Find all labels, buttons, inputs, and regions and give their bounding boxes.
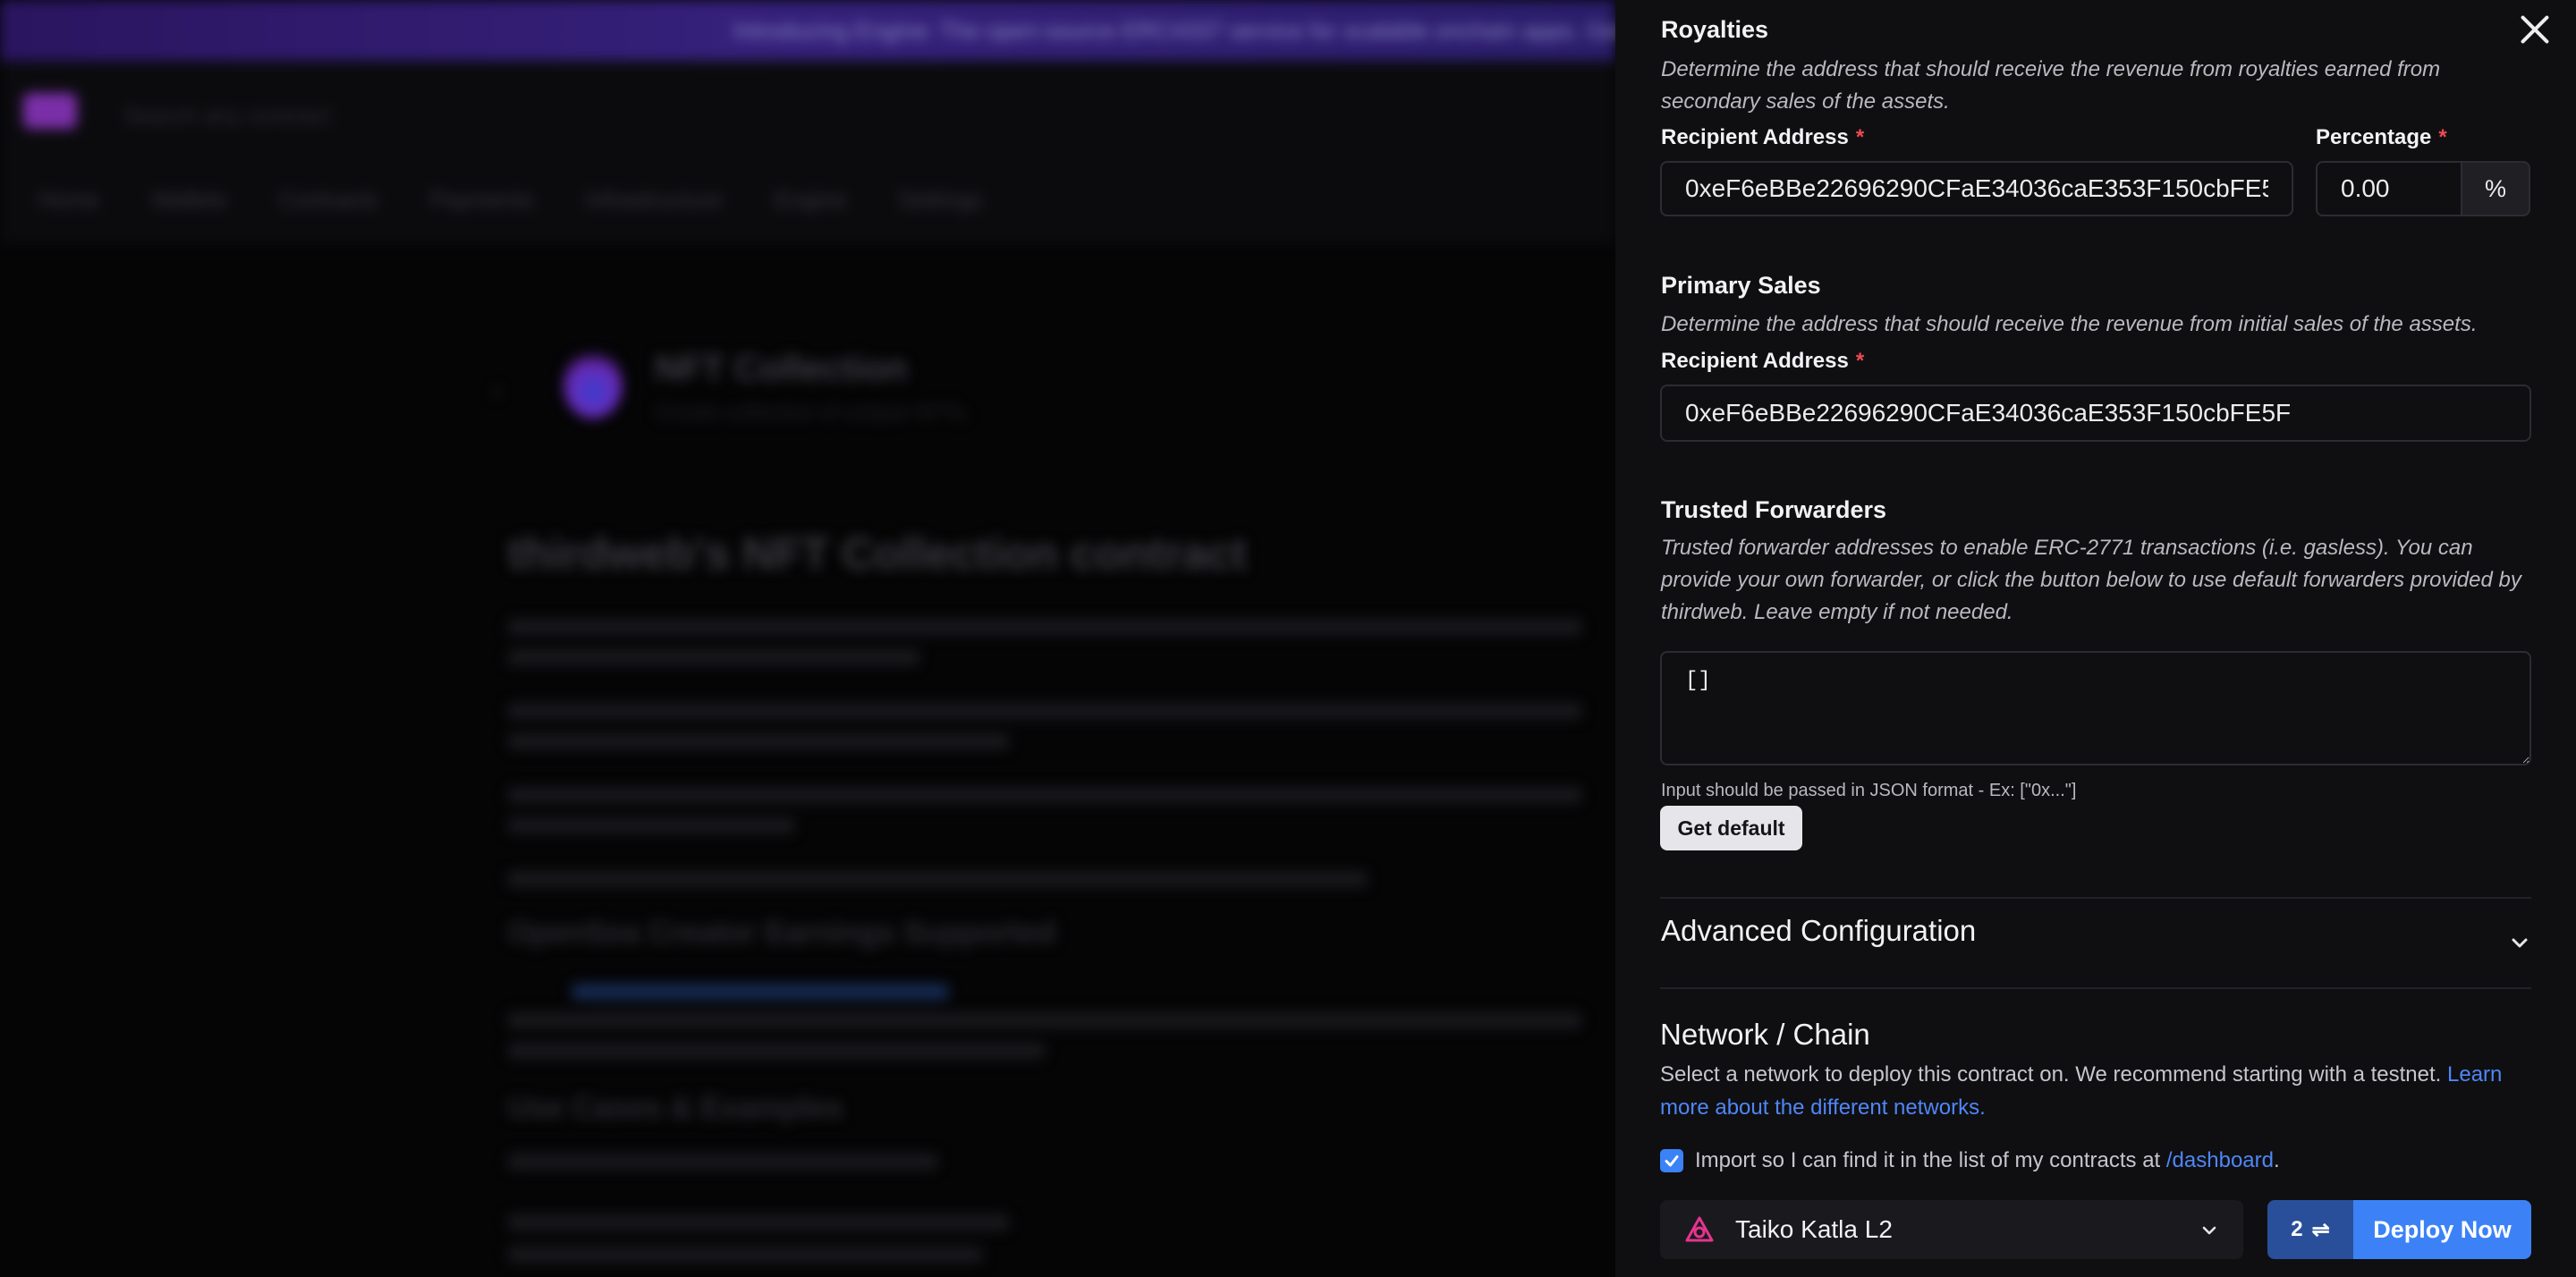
required-mark: * — [1855, 125, 1865, 149]
royalties-recipient-label: Recipient Address * — [1661, 125, 1864, 150]
paragraph-line — [508, 1012, 1581, 1028]
nav-tabs: Home Wallets Contracts Payments Infrastr… — [38, 186, 983, 214]
contract-title: NFT Collection — [655, 349, 908, 388]
nav-tab: Payments — [429, 186, 534, 213]
thirdweb-logo-icon — [23, 93, 77, 129]
nav-tab: Settings — [898, 186, 983, 213]
deploy-now-button[interactable]: Deploy Now — [2353, 1200, 2531, 1259]
primary-sales-recipient-input[interactable] — [1660, 385, 2531, 442]
contract-subtitle: Create collection of unique NFTs. — [655, 401, 971, 425]
paragraph-line — [508, 1214, 1009, 1230]
percent-addon: % — [2462, 161, 2530, 216]
nav-tab: Infrastructure — [585, 186, 723, 213]
network-chain-title: Network / Chain — [1660, 1018, 1870, 1051]
import-suffix: . — [2273, 1148, 2280, 1172]
network-description: Select a network to deploy this contract… — [1660, 1058, 2535, 1124]
label-text: Recipient Address — [1661, 349, 1849, 373]
paragraph-line — [508, 619, 1581, 635]
section-heading: Use Cases & Examples — [508, 1091, 843, 1125]
search-input: Search any contract — [123, 102, 331, 129]
get-default-button[interactable]: Get default — [1660, 806, 1802, 850]
chain-name: Taiko Katla L2 — [1735, 1215, 1893, 1243]
paragraph-line — [508, 787, 1581, 803]
nav-tab: Contracts — [278, 186, 378, 213]
top-navigation: Search any contract Home Wallets Contrac… — [0, 61, 1615, 241]
nav-tab: Wallets — [151, 186, 227, 213]
section-divider — [1660, 987, 2531, 989]
banner-text: Introducing Engine: The open-source ERC4… — [733, 17, 1615, 44]
paragraph-line — [508, 1043, 1045, 1059]
trusted-forwarders-description: Trusted forwarder addresses to enable ER… — [1661, 536, 2521, 624]
dashboard-link[interactable]: /dashboard — [2166, 1148, 2274, 1172]
required-mark: * — [1855, 349, 1865, 373]
paragraph-line — [508, 1247, 982, 1263]
chain-selector[interactable]: Taiko Katla L2 — [1660, 1200, 2243, 1259]
royalty-recipient-input[interactable] — [1660, 161, 2293, 216]
primary-sales-description: Determine the address that should receiv… — [1661, 312, 2478, 336]
chevron-down-icon — [2512, 938, 2528, 948]
royalties-title: Royalties — [1661, 16, 1769, 43]
contract-logo-icon — [564, 351, 623, 419]
link-line — [572, 984, 948, 1000]
close-icon[interactable] — [2519, 13, 2551, 45]
required-mark: * — [2438, 125, 2447, 149]
percentage-label: Percentage * — [2316, 125, 2447, 150]
taiko-chain-icon — [1685, 1216, 1714, 1242]
nav-tab: Engine — [774, 186, 847, 213]
advanced-configuration-title: Advanced Configuration — [1661, 914, 1977, 947]
import-checkbox[interactable] — [1660, 1149, 1683, 1172]
page-title: thirdweb's NFT Collection contract — [508, 529, 1247, 579]
check-icon — [1665, 1155, 1679, 1167]
label-text: Percentage — [2316, 125, 2432, 149]
import-text: Import so I can find it in the list of m… — [1695, 1148, 2161, 1172]
network-description-text: Select a network to deploy this contract… — [1660, 1062, 2442, 1087]
section-heading: OpenSea Creator Earnings Supported — [508, 916, 1056, 950]
swap-icon: ⇌ — [2311, 1217, 2330, 1242]
label-text: Recipient Address — [1661, 125, 1849, 149]
primary-sales-recipient-label: Recipient Address * — [1661, 349, 1864, 374]
deploy-count-button[interactable]: 2 ⇌ — [2267, 1200, 2353, 1259]
deploy-count: 2 — [2291, 1217, 2303, 1241]
nav-tab: Home — [38, 186, 100, 213]
percentage-input[interactable] — [2316, 161, 2462, 216]
advanced-configuration-accordion[interactable]: Advanced Configuration — [1660, 898, 2531, 987]
back-chevron-icon: ‹ — [492, 374, 502, 406]
chevron-down-icon — [2202, 1226, 2216, 1235]
announcement-banner: Introducing Engine: The open-source ERC4… — [0, 0, 1615, 61]
paragraph-line — [508, 703, 1581, 719]
import-checkbox-label: Import so I can find it in the list of m… — [1695, 1148, 2280, 1173]
paragraph-line — [508, 817, 794, 833]
trusted-forwarders-title: Trusted Forwarders — [1661, 496, 1887, 523]
trusted-forwarders-textarea[interactable]: [] — [1660, 651, 2531, 765]
paragraph-line — [508, 733, 1009, 749]
paragraph-line — [508, 1154, 937, 1170]
royalties-description: Determine the address that should receiv… — [1661, 57, 2441, 114]
paragraph-line — [508, 649, 919, 665]
paragraph-line — [508, 871, 1367, 887]
primary-sales-title: Primary Sales — [1661, 272, 1821, 299]
background-blur-layer: Introducing Engine: The open-source ERC4… — [0, 0, 1615, 1277]
json-format-hint: Input should be passed in JSON format - … — [1661, 781, 2077, 800]
background-page: Introducing Engine: The open-source ERC4… — [0, 0, 1615, 1277]
